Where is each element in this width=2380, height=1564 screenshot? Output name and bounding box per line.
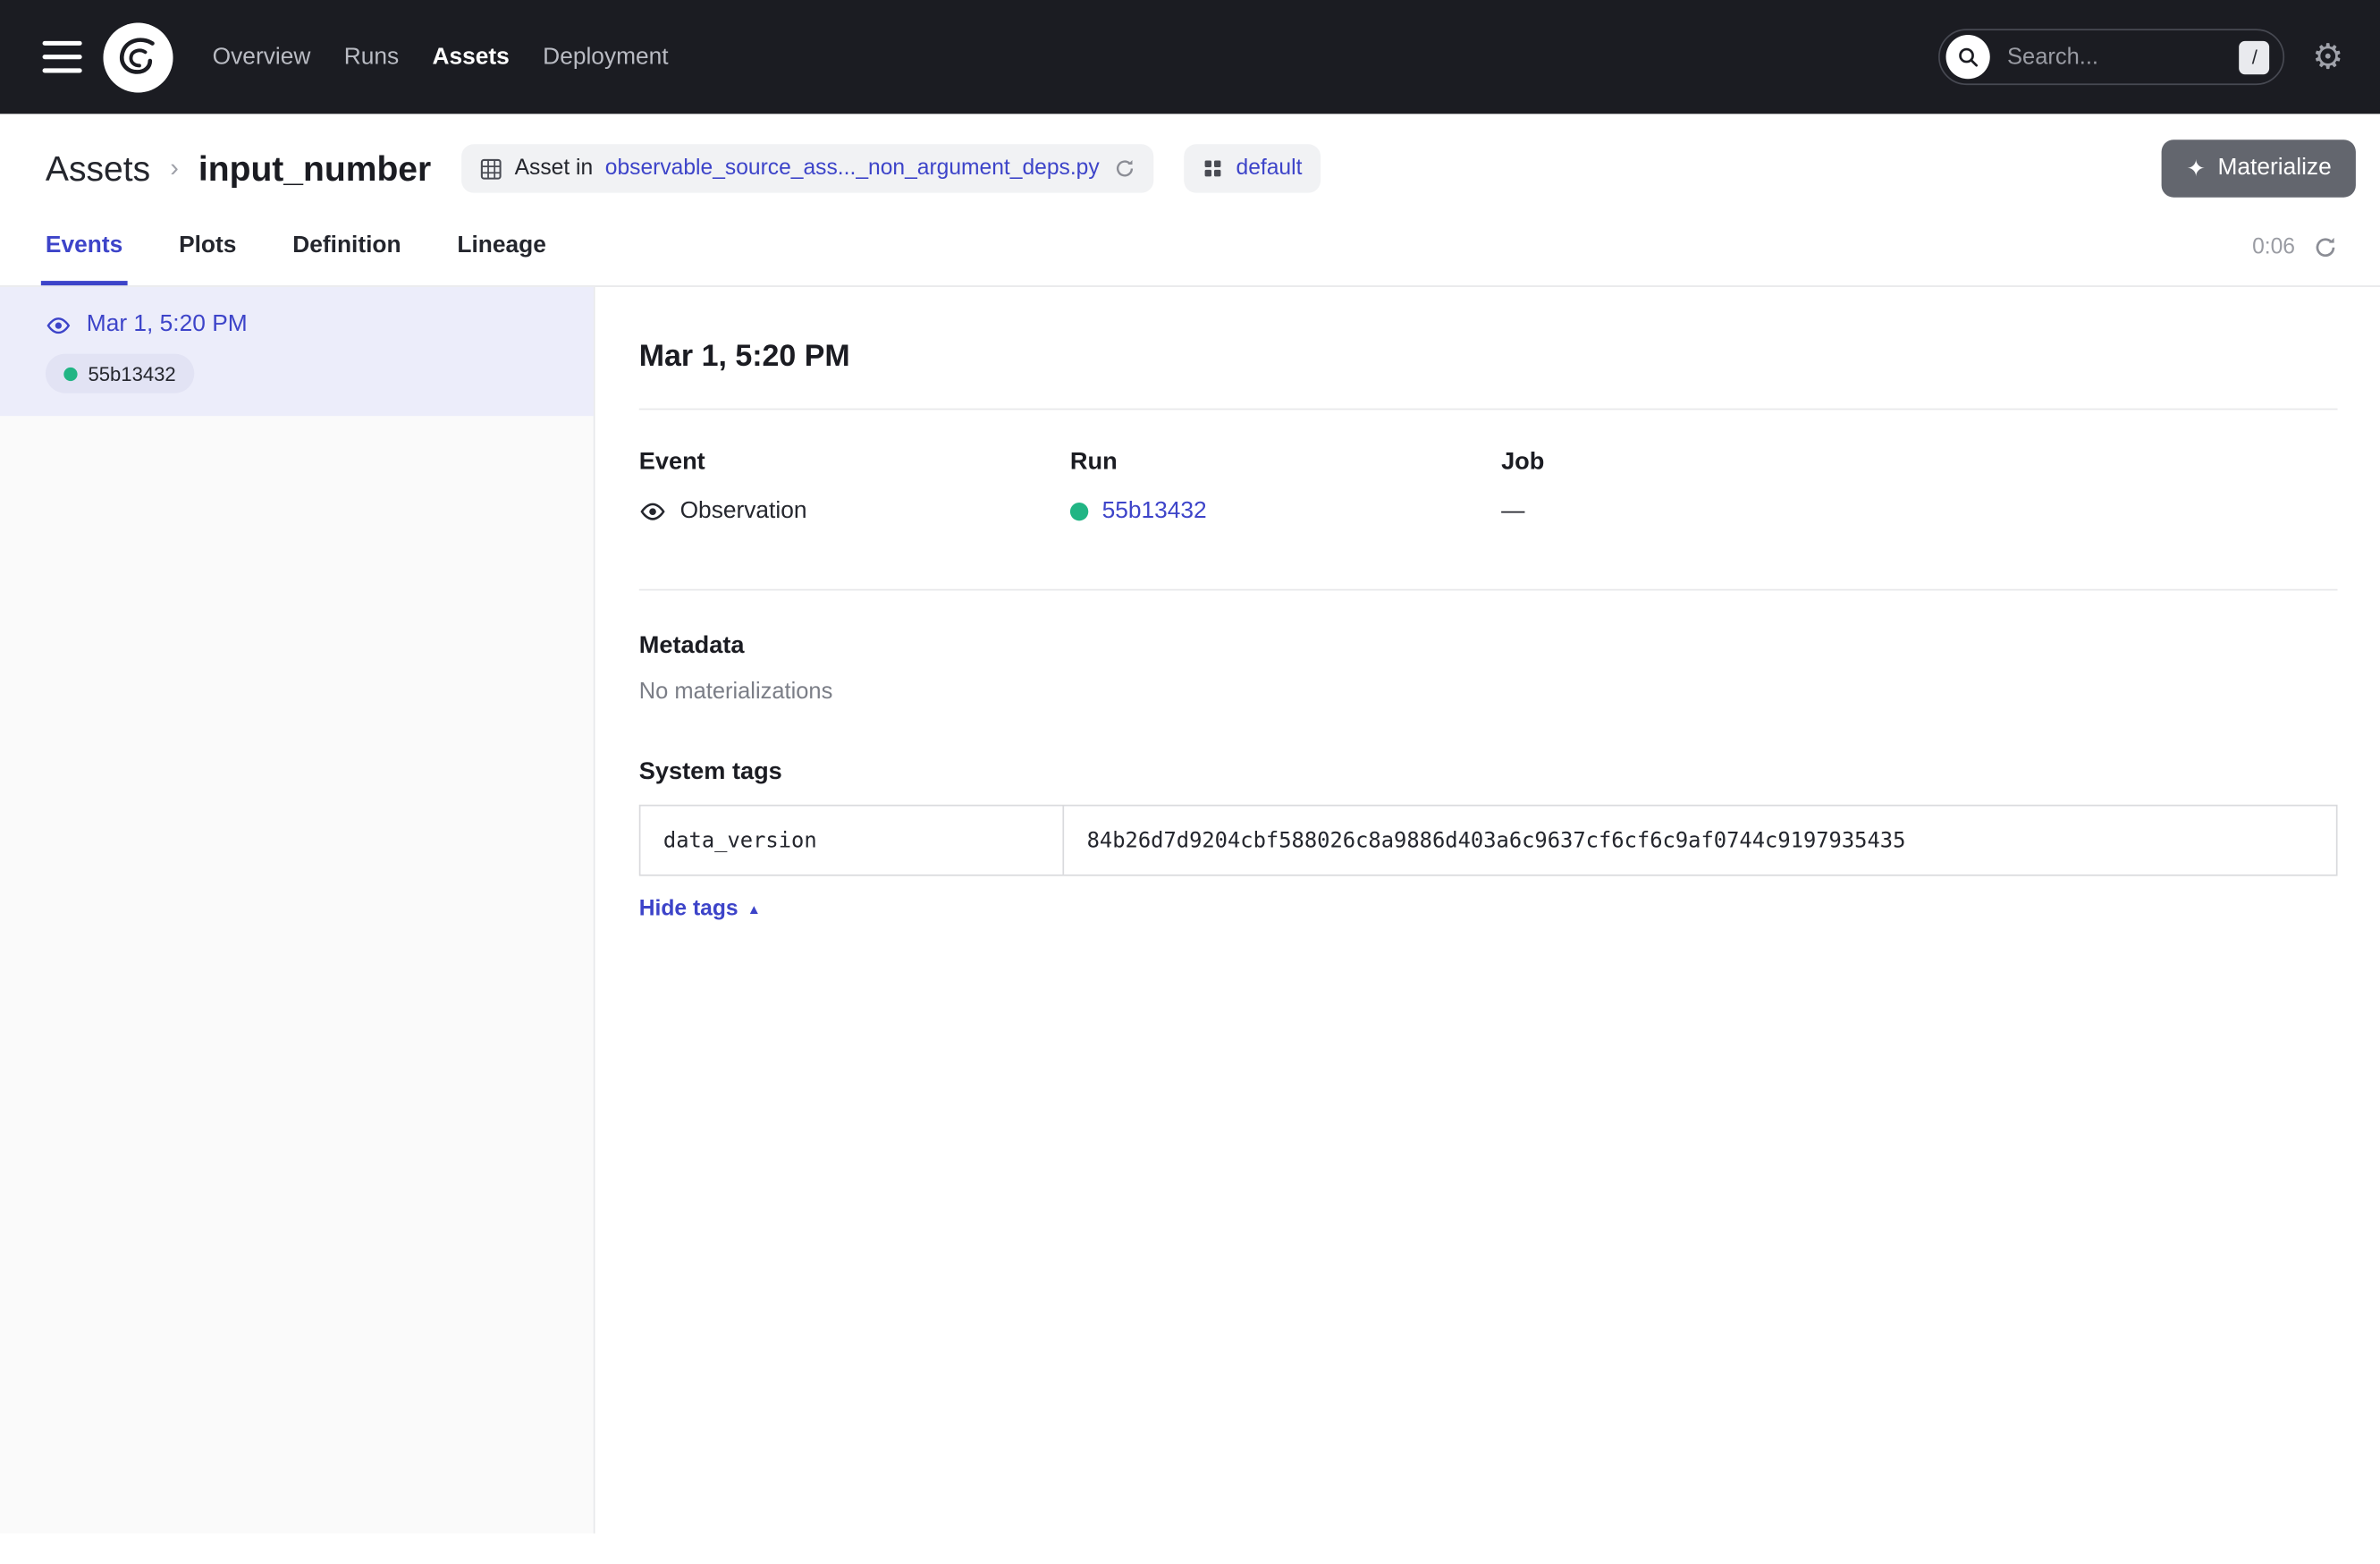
refresh-countdown: 0:06	[2252, 235, 2295, 259]
run-status-dot	[1070, 503, 1088, 520]
asset-group-link[interactable]: default	[1236, 156, 1302, 181]
system-tags-title: System tags	[639, 759, 2338, 787]
asset-location-chip: Asset in observable_source_ass..._non_ar…	[461, 144, 1154, 192]
hamburger-menu-icon[interactable]	[43, 41, 82, 73]
event-summary-columns: Event Observation Run	[639, 410, 2338, 588]
table-grid-icon	[480, 157, 502, 180]
dagster-logo[interactable]	[103, 22, 173, 92]
tab-events[interactable]: Events	[46, 232, 122, 285]
hide-tags-toggle[interactable]: Hide tags ▲	[639, 897, 761, 921]
nav-item-deployment[interactable]: Deployment	[527, 43, 686, 71]
code-location-link[interactable]: observable_source_ass..._non_argument_de…	[605, 156, 1100, 181]
sparkle-icon: ✦	[2187, 157, 2206, 180]
metadata-title: Metadata	[639, 633, 2338, 661]
content-area: Mar 1, 5:20 PM 55b13432 Mar 1, 5:20 PM E…	[0, 287, 2380, 1534]
tag-value-cell: 84b26d7d9204cbf588026c8a9886d403a6c9637c…	[1064, 807, 2336, 875]
system-tags-section: System tags data_version 84b26d7d9204cbf…	[639, 759, 2338, 923]
job-column: Job —	[1501, 450, 1932, 526]
eye-icon	[639, 498, 667, 526]
events-sidebar: Mar 1, 5:20 PM 55b13432	[0, 287, 595, 1534]
run-column: Run 55b13432	[1070, 450, 1501, 526]
job-value: —	[1501, 498, 1524, 526]
refresh-timer: 0:06	[2252, 235, 2337, 285]
tab-plots[interactable]: Plots	[179, 232, 236, 285]
event-column: Event Observation	[639, 450, 1070, 526]
tab-lineage[interactable]: Lineage	[457, 232, 545, 285]
event-type-value: Observation	[680, 498, 807, 526]
run-id-link[interactable]: 55b13432	[1102, 498, 1207, 526]
event-detail-title: Mar 1, 5:20 PM	[639, 340, 2338, 375]
job-column-label: Job	[1501, 450, 1932, 478]
breadcrumb: Assets › input_number Asset in observabl…	[0, 114, 2380, 209]
nav-item-runs[interactable]: Runs	[327, 43, 416, 71]
tag-key-cell: data_version	[640, 807, 1064, 875]
reload-location-icon[interactable]	[1115, 158, 1136, 180]
nav-item-assets[interactable]: Assets	[416, 43, 527, 71]
run-column-label: Run	[1070, 450, 1501, 478]
asset-group-chip[interactable]: default	[1185, 144, 1321, 192]
asset-group-icon	[1203, 158, 1224, 180]
metadata-section: Metadata No materializations	[639, 633, 2338, 705]
search-icon	[1946, 35, 1990, 79]
run-id-label: 55b13432	[88, 362, 175, 385]
page-title: input_number	[198, 148, 431, 190]
search-input[interactable]	[2004, 43, 2226, 72]
eye-icon	[46, 312, 72, 338]
search-box[interactable]: /	[1939, 29, 2285, 85]
search-shortcut-key: /	[2240, 40, 2270, 73]
tab-definition[interactable]: Definition	[292, 232, 401, 285]
caret-up-icon: ▲	[747, 901, 761, 917]
run-id-chip[interactable]: 55b13432	[46, 354, 194, 393]
breadcrumb-separator: ›	[169, 153, 181, 183]
event-timestamp-label: Mar 1, 5:20 PM	[87, 311, 248, 339]
breadcrumb-assets-link[interactable]: Assets	[46, 148, 150, 190]
hide-tags-label: Hide tags	[639, 897, 738, 921]
system-tags-table: data_version 84b26d7d9204cbf588026c8a988…	[639, 805, 2338, 876]
page-header: Assets › input_number Asset in observabl…	[0, 114, 2380, 287]
gear-icon[interactable]: ⚙	[2312, 39, 2343, 74]
event-timestamp: Mar 1, 5:20 PM	[46, 311, 570, 339]
app-viewport: Overview Runs Assets Deployment / ⚙ Asse…	[0, 0, 2380, 1564]
top-nav: Overview Runs Assets Deployment / ⚙	[0, 0, 2380, 114]
tab-bar: Events Plots Definition Lineage 0:06	[0, 209, 2380, 287]
event-detail-panel: Mar 1, 5:20 PM Event Observation	[595, 287, 2380, 1534]
materialize-label: Materialize	[2217, 155, 2331, 182]
materialize-button[interactable]: ✦ Materialize	[2162, 139, 2356, 198]
refresh-icon[interactable]	[2313, 235, 2337, 259]
event-column-label: Event	[639, 450, 1070, 478]
run-status-dot	[63, 367, 77, 380]
event-list-item[interactable]: Mar 1, 5:20 PM 55b13432	[0, 287, 594, 416]
asset-location-prefix: Asset in	[515, 156, 594, 181]
metadata-empty-state: No materializations	[639, 679, 2338, 705]
nav-item-overview[interactable]: Overview	[196, 43, 327, 71]
